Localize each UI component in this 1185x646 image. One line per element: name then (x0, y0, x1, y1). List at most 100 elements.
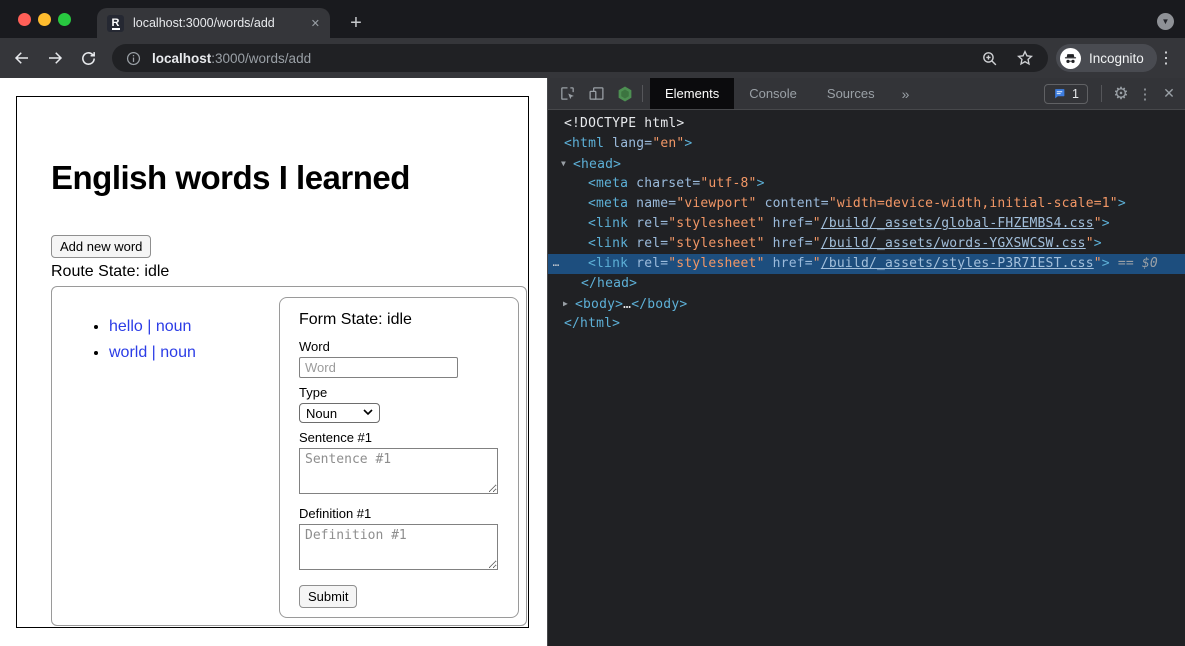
code-token-tag: <body> (575, 297, 623, 312)
window-controls (18, 13, 71, 26)
content-area: English words I learned Add new word Rou… (0, 78, 1185, 646)
form-state-text: Form State: idle (299, 311, 518, 329)
code-token-val: " (1086, 236, 1094, 251)
inspect-element-button[interactable] (557, 84, 577, 104)
reload-button[interactable] (76, 46, 100, 70)
inspect-cursor-icon (559, 85, 576, 102)
code-token-tag: > (1102, 256, 1110, 271)
word-input[interactable] (299, 357, 458, 378)
message-count: 1 (1072, 87, 1079, 101)
code-line-selected[interactable]: …<link rel="stylesheet" href="/build/_as… (548, 254, 1185, 274)
new-tab-button[interactable]: + (343, 10, 369, 36)
devtools-menu-icon[interactable]: ⋮ (1133, 82, 1157, 106)
tab-close-icon[interactable]: ✕ (311, 17, 320, 30)
code-line[interactable]: <meta charset="utf-8"> (548, 174, 1185, 194)
code-token-tag: <html (564, 136, 604, 151)
incognito-icon (1060, 48, 1081, 69)
code-gutter (548, 294, 564, 314)
reload-icon (80, 50, 97, 67)
code-line[interactable]: ▼<head> (548, 154, 1185, 174)
definition-textarea[interactable] (299, 524, 498, 570)
code-line[interactable]: </html> (548, 314, 1185, 334)
toolbar-divider (642, 85, 643, 102)
code-token-tag: </head> (581, 276, 637, 291)
star-icon (1016, 49, 1034, 67)
code-token-val: "utf-8" (700, 176, 756, 191)
code-line[interactable]: </head> (548, 274, 1185, 294)
submit-button[interactable]: Submit (299, 585, 357, 608)
code-token-attr: lang= (604, 136, 652, 151)
code-line[interactable]: <meta name="viewport" content="width=dev… (548, 194, 1185, 214)
green-hexagon-icon (616, 85, 634, 103)
url-text: localhost:3000/words/add (152, 51, 311, 66)
browser-menu-button[interactable]: ⋮ (1156, 46, 1176, 70)
add-word-form: Form State: idle Word Type Noun Sentence… (279, 297, 519, 618)
code-token-attr: rel= (628, 256, 668, 271)
code-token-tag: <meta (588, 196, 628, 211)
browser-tab[interactable]: R localhost:3000/words/add ✕ (97, 8, 330, 38)
sentence-textarea[interactable] (299, 448, 498, 494)
word-label: Word (299, 339, 518, 354)
add-new-word-button[interactable]: Add new word (51, 235, 151, 258)
extension-hexagon-icon[interactable] (615, 84, 635, 104)
devtools-tab-sources[interactable]: Sources (812, 78, 890, 109)
code-token-attr: rel= (628, 236, 668, 251)
page-title: English words I learned (51, 159, 410, 197)
zoom-page-button[interactable] (981, 50, 998, 67)
forward-button[interactable] (43, 46, 67, 70)
code-gutter: … (548, 254, 564, 274)
code-token-val: "stylesheet" (668, 256, 764, 271)
code-gutter (548, 274, 564, 294)
browser-window: R localhost:3000/words/add ✕ + ▼ localho… (0, 0, 1185, 646)
settings-gear-icon[interactable]: ⚙ (1109, 82, 1133, 106)
devtools-tab-elements[interactable]: Elements (650, 78, 734, 109)
code-token-tag: > (757, 176, 765, 191)
close-window-button[interactable] (18, 13, 31, 26)
incognito-label: Incognito (1089, 51, 1144, 66)
tab-search-chevron-icon[interactable]: ▼ (1157, 13, 1174, 30)
sentence-label: Sentence #1 (299, 430, 518, 445)
code-line[interactable]: ▶<body>…</body> (548, 294, 1185, 314)
code-token-val: " (813, 236, 821, 251)
code-token-attr: content= (757, 196, 829, 211)
devtools-toolbar-right: 1 ⚙ ⋮ ✕ (1044, 82, 1185, 106)
code-token-tag: </html> (564, 316, 620, 331)
page-info-icon[interactable] (126, 51, 141, 66)
code-token-val: "width=device-width,initial-scale=1" (829, 196, 1118, 211)
web-page: English words I learned Add new word Rou… (0, 78, 547, 646)
expand-arrow-right-icon[interactable]: ▶ (563, 294, 575, 314)
messages-counter-button[interactable]: 1 (1044, 84, 1088, 104)
devtools-code: <!DOCTYPE html><html lang="en">▼<head><m… (548, 110, 1185, 646)
bookmark-star-button[interactable] (1016, 49, 1034, 67)
code-token-tag: > (1118, 196, 1126, 211)
type-select-wrapper: Noun (299, 403, 380, 423)
code-line[interactable]: <html lang="en"> (548, 134, 1185, 154)
more-tabs-button[interactable]: » (890, 86, 922, 102)
expand-arrow-down-icon[interactable]: ▼ (561, 154, 573, 174)
type-select[interactable]: Noun (299, 403, 380, 423)
word-link[interactable]: world | noun (109, 344, 196, 361)
code-line[interactable]: <!DOCTYPE html> (548, 114, 1185, 134)
page-border-frame: English words I learned Add new word Rou… (16, 96, 529, 628)
code-token-attr: href= (765, 236, 813, 251)
device-toolbar-button[interactable] (586, 84, 606, 104)
back-button[interactable] (10, 46, 34, 70)
code-line[interactable]: <link rel="stylesheet" href="/build/_ass… (548, 234, 1185, 254)
back-arrow-icon (13, 49, 31, 67)
forward-arrow-icon (46, 49, 64, 67)
zoom-window-button[interactable] (58, 13, 71, 26)
route-state-text: Route State: idle (51, 263, 169, 281)
minimize-window-button[interactable] (38, 13, 51, 26)
word-link[interactable]: hello | noun (109, 318, 191, 335)
address-bar[interactable]: localhost:3000/words/add (112, 44, 1048, 72)
device-toolbar-icon (588, 85, 605, 102)
type-label: Type (299, 385, 518, 400)
incognito-badge: Incognito (1056, 44, 1157, 72)
code-token-plain: <!DOCTYPE html> (564, 116, 684, 131)
code-token-val: " (813, 256, 821, 271)
devtools-tab-console[interactable]: Console (734, 78, 812, 109)
code-line[interactable]: <link rel="stylesheet" href="/build/_ass… (548, 214, 1185, 234)
definition-label: Definition #1 (299, 506, 518, 521)
magnifier-plus-icon (981, 50, 998, 67)
devtools-close-icon[interactable]: ✕ (1157, 82, 1181, 106)
